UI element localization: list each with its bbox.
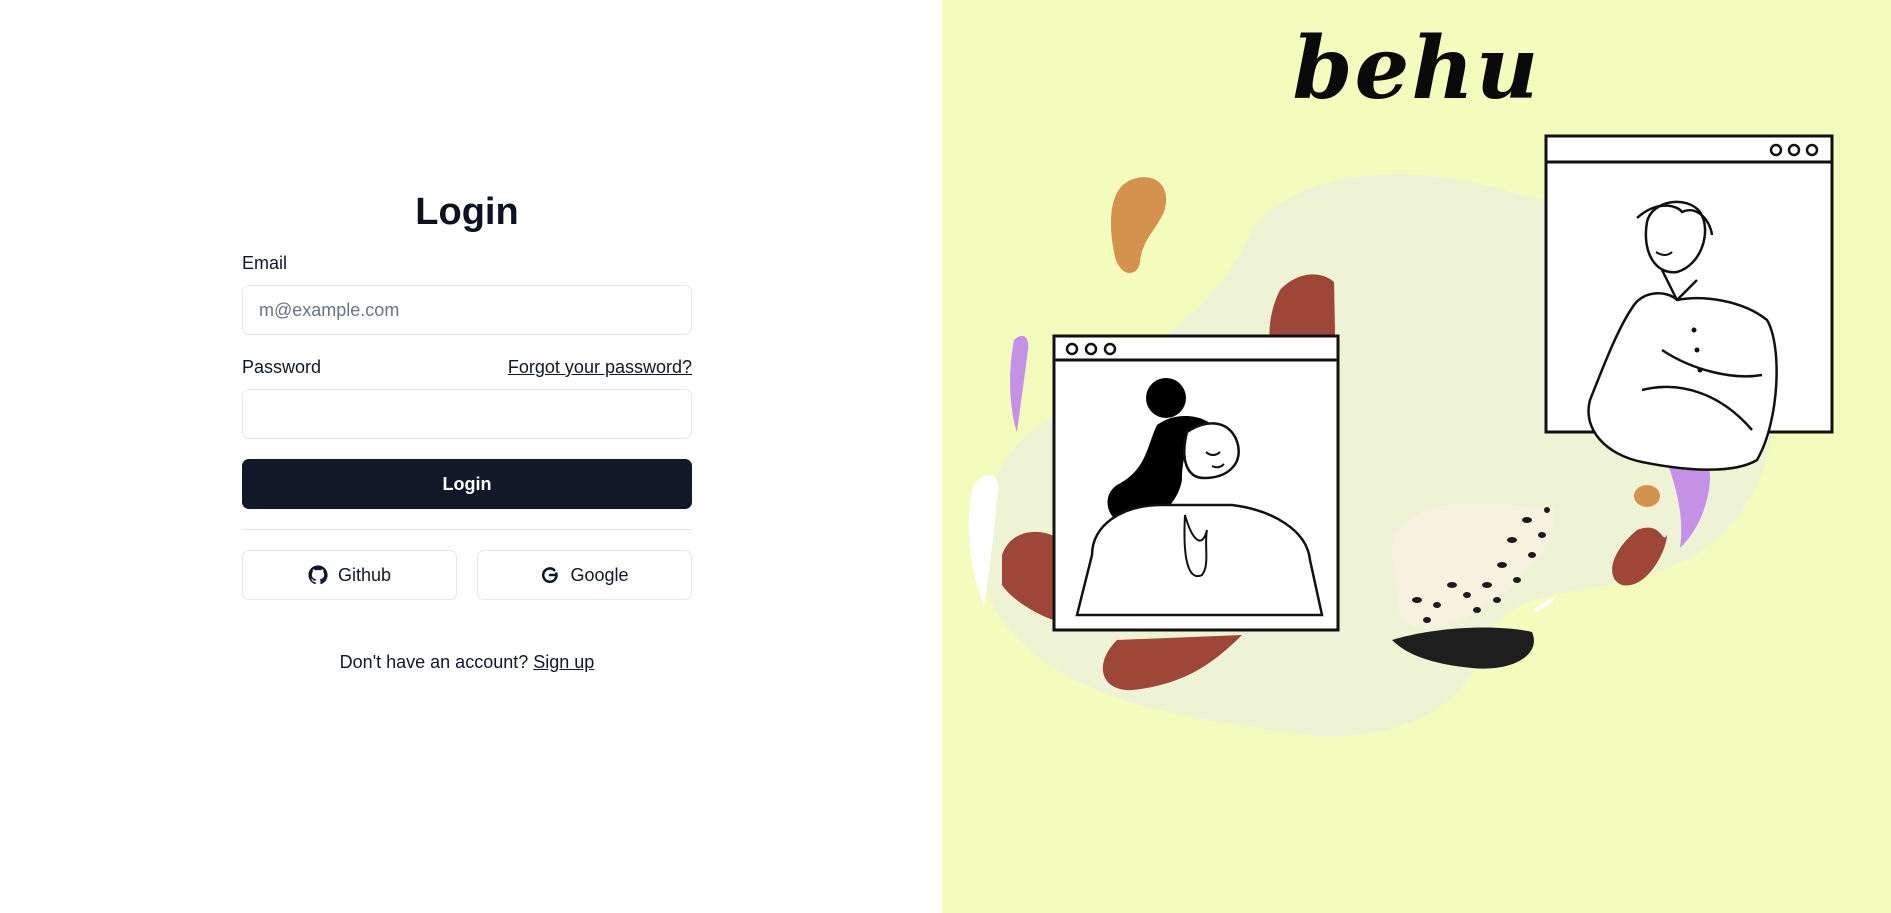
login-form: Login Email Password Forgot your passwor… [242,186,692,673]
woman-window [1052,334,1340,632]
login-page: Login Email Password Forgot your passwor… [0,0,1891,913]
page-title: Login [415,191,519,233]
github-login-button[interactable]: Github [242,550,457,600]
oauth-buttons: Github Google [242,550,692,600]
password-label: Password [242,357,322,377]
google-label: Google [570,564,629,585]
signup-prompt: Don't have an account? [339,652,529,672]
purple-leaf-left [1010,335,1029,432]
orange-dot [1634,485,1660,507]
illustration [968,134,1834,737]
illustration-panel: behu [942,0,1891,913]
signup-prompt-row: Don't have an account? Sign up [242,652,692,673]
white-streak [1534,598,1554,612]
orange-blob [1110,177,1167,273]
github-icon [308,565,328,585]
google-icon [540,565,560,585]
password-label-row: Password Forgot your password? [242,355,692,379]
login-panel: Login Email Password Forgot your passwor… [0,0,942,913]
email-input[interactable] [242,285,692,335]
man-window [1544,134,1834,471]
divider [242,529,692,530]
signup-link[interactable]: Sign up [533,652,594,672]
brand-logo: behu [1292,18,1541,119]
email-label: Email [242,253,288,273]
google-login-button[interactable]: Google [477,550,692,600]
forgot-password-link[interactable]: Forgot your password? [508,355,692,379]
github-label: Github [337,564,392,585]
email-label-row: Email [242,251,692,275]
password-input[interactable] [242,389,692,439]
login-button[interactable]: Login [242,459,692,509]
